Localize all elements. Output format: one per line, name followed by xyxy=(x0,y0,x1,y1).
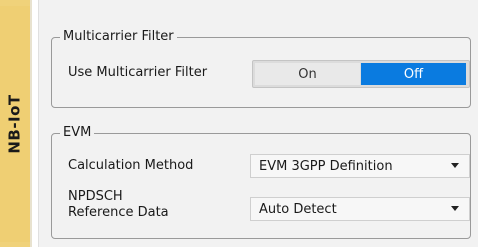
calculation-method-value: EVM 3GPP Definition xyxy=(259,158,393,174)
settings-panel: Multicarrier Filter Use Multicarrier Fil… xyxy=(38,0,478,247)
evm-group: EVM Calculation Method EVM 3GPP Definiti… xyxy=(51,125,471,239)
tab-nb-iot[interactable]: NB-IoT xyxy=(0,6,30,242)
npdsch-label-line2: Reference Data xyxy=(68,205,169,220)
calculation-method-dropdown[interactable]: EVM 3GPP Definition xyxy=(250,154,470,178)
evm-title: EVM xyxy=(60,125,95,141)
use-multicarrier-filter-label: Use Multicarrier Filter xyxy=(68,65,208,80)
multicarrier-filter-title: Multicarrier Filter xyxy=(60,29,177,45)
calculation-method-label: Calculation Method xyxy=(68,158,194,173)
chevron-down-icon xyxy=(451,206,459,211)
npdsch-reference-data-dropdown[interactable]: Auto Detect xyxy=(250,197,470,221)
multicarrier-filter-group: Multicarrier Filter Use Multicarrier Fil… xyxy=(51,29,471,108)
sidebar: NB-IoT xyxy=(0,0,32,247)
npdsch-label-line1: NPDSCH xyxy=(68,189,123,204)
multicarrier-filter-toggle[interactable]: On Off xyxy=(252,60,470,88)
chevron-down-icon xyxy=(451,163,459,168)
toggle-on-button[interactable]: On xyxy=(255,63,360,85)
toggle-off-button[interactable]: Off xyxy=(361,63,466,85)
tab-nb-iot-label: NB-IoT xyxy=(6,94,24,154)
npdsch-reference-data-value: Auto Detect xyxy=(259,201,337,217)
